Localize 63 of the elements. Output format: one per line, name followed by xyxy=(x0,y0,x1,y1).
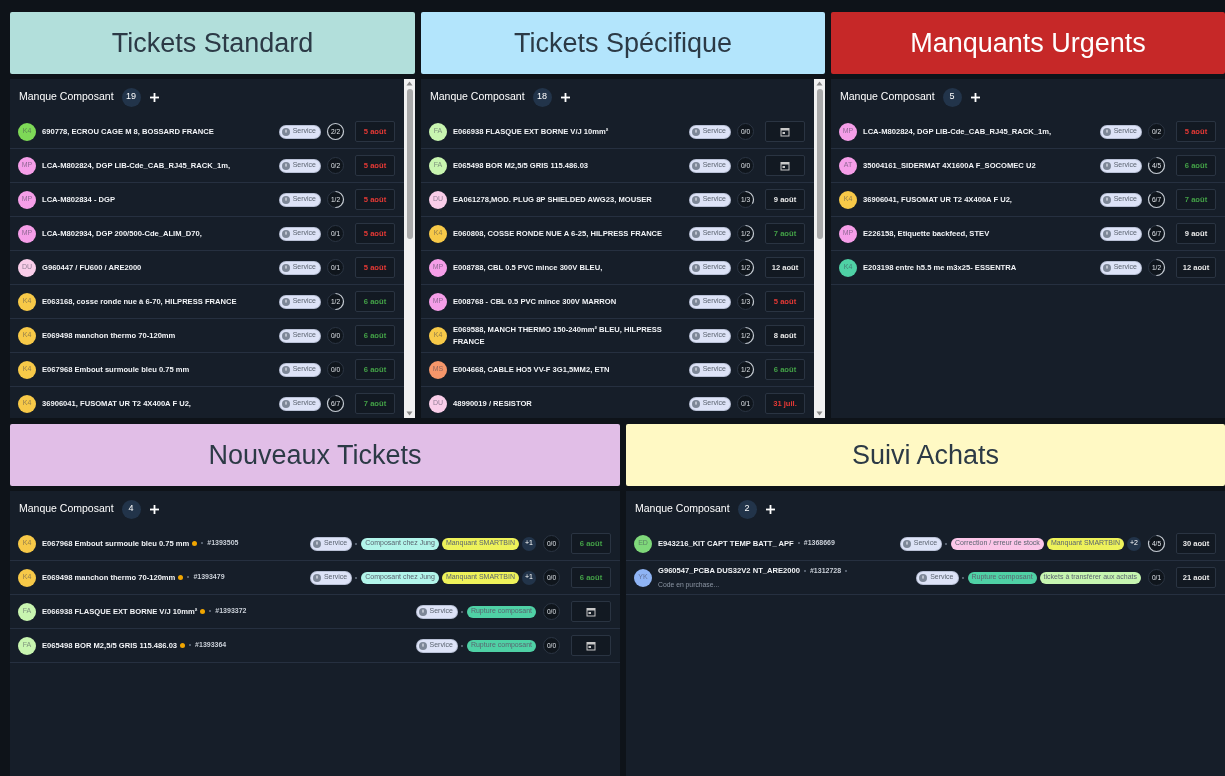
calendar-icon xyxy=(586,640,596,651)
service-icon xyxy=(418,607,427,616)
count-badge: 18 xyxy=(532,87,552,107)
add-button[interactable] xyxy=(148,503,160,515)
service-icon xyxy=(281,229,290,238)
list-title: Manque Composant xyxy=(635,501,730,517)
due-date-button[interactable] xyxy=(571,601,611,622)
service-icon xyxy=(1102,127,1111,136)
due-date-button[interactable] xyxy=(765,121,805,142)
service-icon xyxy=(281,195,290,204)
board-header: Tickets Standard xyxy=(10,12,415,74)
service-icon xyxy=(691,161,700,170)
scrollbar[interactable] xyxy=(814,79,825,418)
service-icon xyxy=(281,263,290,272)
count-badge: 2 xyxy=(737,499,757,519)
service-icon xyxy=(281,127,290,136)
service-icon xyxy=(281,365,290,374)
calendar-icon xyxy=(780,126,790,137)
service-icon xyxy=(691,297,700,306)
service-icon xyxy=(691,365,700,374)
service-icon xyxy=(691,229,700,238)
count-badge: 4 xyxy=(121,499,141,519)
service-icon xyxy=(691,399,700,408)
service-icon xyxy=(312,539,321,548)
board-header: Nouveaux Tickets xyxy=(10,424,620,486)
count-badge: 19 xyxy=(121,87,141,107)
list-title: Manque Composant xyxy=(840,89,935,105)
service-icon xyxy=(919,573,928,582)
due-date-button[interactable] xyxy=(765,155,805,176)
add-button[interactable] xyxy=(148,91,160,103)
list-title: Manque Composant xyxy=(430,89,525,105)
service-icon xyxy=(418,641,427,650)
service-icon xyxy=(691,263,700,272)
service-icon xyxy=(1102,263,1111,272)
service-icon xyxy=(691,127,700,136)
scrollbar[interactable] xyxy=(404,79,415,418)
service-icon xyxy=(281,297,290,306)
add-button[interactable] xyxy=(764,503,776,515)
service-icon xyxy=(281,331,290,340)
service-icon xyxy=(1102,229,1111,238)
scroll-down-icon[interactable] xyxy=(816,411,823,416)
scroll-up-icon[interactable] xyxy=(406,81,413,86)
board-header: Tickets Spécifique xyxy=(421,12,825,74)
scroll-down-icon[interactable] xyxy=(406,411,413,416)
board-header: Manquants Urgents xyxy=(831,12,1225,74)
service-icon xyxy=(691,195,700,204)
list-title: Manque Composant xyxy=(19,501,114,517)
due-date-button[interactable] xyxy=(571,635,611,656)
count-badge: 5 xyxy=(942,87,962,107)
scroll-up-icon[interactable] xyxy=(816,81,823,86)
service-icon xyxy=(691,331,700,340)
service-icon xyxy=(1102,161,1111,170)
service-icon xyxy=(281,399,290,408)
board-header: Suivi Achats xyxy=(626,424,1225,486)
service-icon xyxy=(1102,195,1111,204)
service-icon xyxy=(281,161,290,170)
calendar-icon xyxy=(780,160,790,171)
service-icon xyxy=(312,573,321,582)
service-icon xyxy=(902,539,911,548)
list-title: Manque Composant xyxy=(19,89,114,105)
calendar-icon xyxy=(586,606,596,617)
add-button[interactable] xyxy=(969,91,981,103)
add-button[interactable] xyxy=(559,91,571,103)
